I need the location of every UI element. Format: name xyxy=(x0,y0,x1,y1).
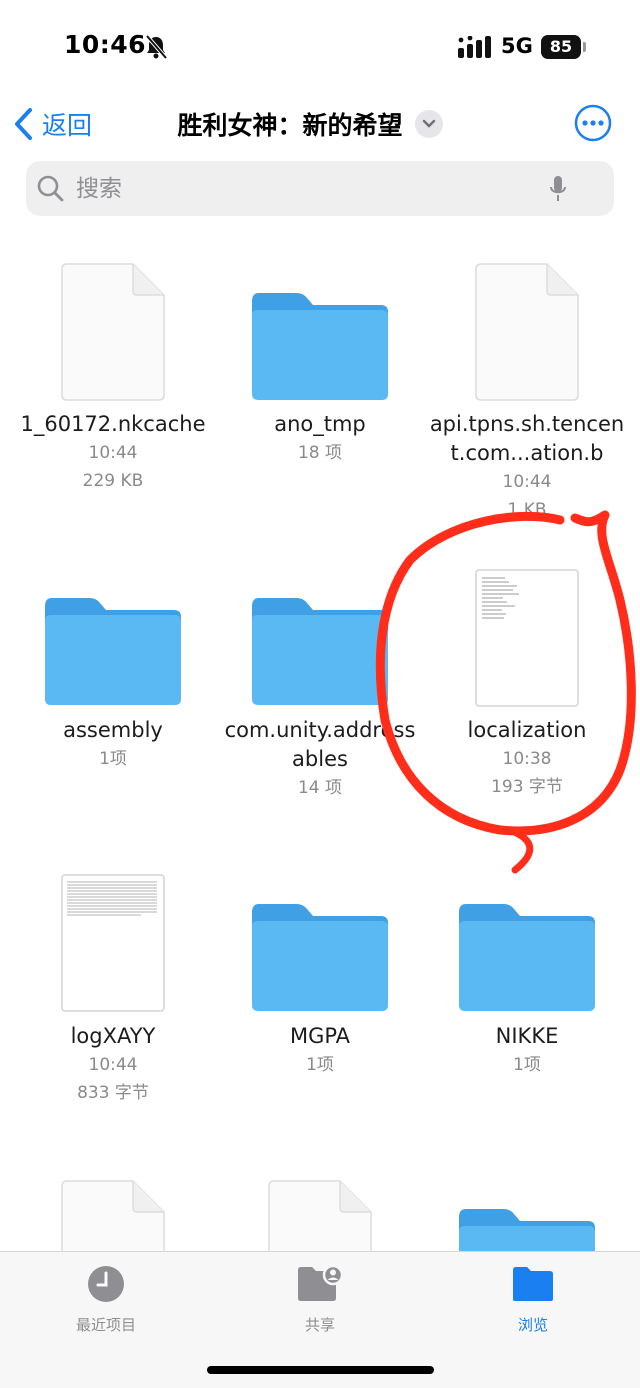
text-document-icon xyxy=(61,874,165,1012)
item-count: 1项 xyxy=(99,749,127,769)
tab-shared[interactable]: 共享 xyxy=(240,1264,400,1335)
item-count: 14 项 xyxy=(297,778,343,798)
item-count: 1项 xyxy=(513,1055,541,1075)
home-indicator xyxy=(207,1366,434,1374)
folder-title-menu[interactable]: 胜利女神：新的希望 xyxy=(150,104,470,144)
search-bar[interactable] xyxy=(26,161,614,216)
cellular-signal-icon xyxy=(458,36,491,58)
item-name: NIKKE xyxy=(495,1024,559,1048)
item-time: 10:38 xyxy=(502,749,552,769)
text-document-icon xyxy=(475,569,579,707)
folder-icon xyxy=(513,1267,553,1301)
search-input[interactable] xyxy=(74,174,548,203)
document-icon xyxy=(61,263,165,401)
tab-recents[interactable]: 最近项目 xyxy=(26,1264,186,1335)
more-options-icon[interactable] xyxy=(574,104,612,142)
chevron-down-icon xyxy=(414,110,443,138)
shared-folder-icon xyxy=(298,1264,344,1301)
item-name: com.unity.addressables xyxy=(224,718,416,771)
item-time: 10:44 xyxy=(88,443,138,463)
page-title: 胜利女神：新的希望 xyxy=(177,111,403,140)
item-name: 1_60172.nkcache xyxy=(20,412,206,436)
document-icon xyxy=(475,263,579,401)
item-size: 193 字节 xyxy=(491,777,563,797)
item-size: 1 KB xyxy=(507,500,547,520)
item-name: assembly xyxy=(63,718,163,742)
tab-label: 最近项目 xyxy=(75,1316,136,1334)
folder-icon xyxy=(252,293,388,400)
status-time: 10:46 xyxy=(64,30,147,59)
tab-label: 共享 xyxy=(304,1316,335,1334)
battery-cap xyxy=(583,42,586,52)
folder-icon xyxy=(252,904,388,1011)
item-name: api.tpns.sh.tencent.com...ation.b xyxy=(429,412,625,465)
silent-bell-icon xyxy=(145,34,168,60)
clock-icon xyxy=(88,1266,124,1302)
item-size: 833 字节 xyxy=(77,1083,149,1103)
item-time: 10:44 xyxy=(88,1055,138,1075)
item-time: 10:44 xyxy=(502,472,552,492)
chevron-left-icon xyxy=(15,108,32,140)
tab-label: 浏览 xyxy=(517,1316,548,1334)
folder-icon xyxy=(45,598,181,705)
folder-icon xyxy=(459,904,595,1011)
item-name: localization xyxy=(467,718,587,742)
item-count: 18 项 xyxy=(297,443,343,463)
item-name: logXAYY xyxy=(70,1024,156,1048)
tab-browse[interactable]: 浏览 xyxy=(453,1264,613,1335)
item-size: 229 KB xyxy=(82,471,144,491)
item-name: ano_tmp xyxy=(274,412,366,436)
item-count: 1项 xyxy=(306,1055,334,1075)
folder-icon xyxy=(252,598,388,705)
search-icon xyxy=(37,175,64,201)
network-type: 5G xyxy=(501,34,533,58)
back-label: 返回 xyxy=(42,111,93,140)
item-name: MGPA xyxy=(289,1024,351,1048)
microphone-icon[interactable] xyxy=(548,174,568,204)
battery-level: 85 xyxy=(541,35,581,59)
back-button[interactable]: 返回 xyxy=(12,104,92,144)
